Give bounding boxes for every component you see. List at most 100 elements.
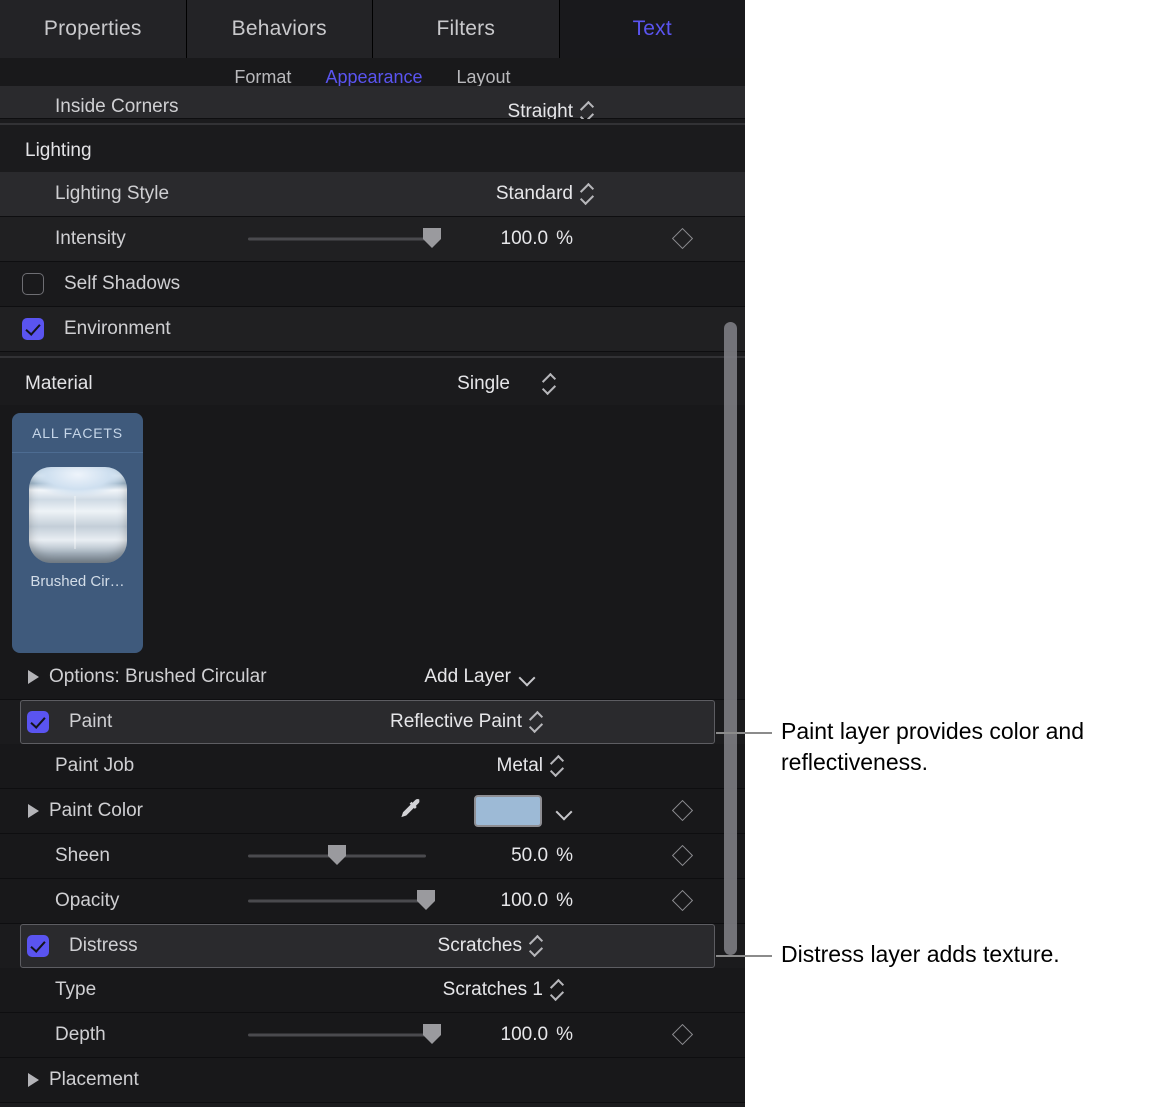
opacity-value-group[interactable]: 100.0 % [501, 890, 573, 912]
row-self-shadows[interactable]: Self Shadows [0, 262, 745, 307]
chevron-updown-icon[interactable] [530, 936, 542, 956]
keyframe-diamond-icon[interactable] [672, 1024, 693, 1045]
paint-popup[interactable]: Reflective Paint [390, 711, 542, 733]
slider-track [248, 900, 426, 903]
chevron-updown-icon[interactable] [581, 184, 593, 204]
keyframe-diamond-icon[interactable] [672, 890, 693, 911]
chevron-updown-icon[interactable] [530, 712, 542, 732]
lighting-style-popup[interactable]: Standard [496, 183, 593, 205]
annotation-distress-layer: Distress layer adds texture. [781, 939, 1141, 970]
row-intensity[interactable]: Intensity 100.0 % [0, 217, 745, 262]
subtab-format[interactable]: Format [234, 67, 291, 88]
slider-track [248, 238, 432, 241]
disclosure-triangle-icon[interactable] [28, 670, 39, 684]
opacity-unit: % [556, 890, 573, 912]
chevron-down-icon[interactable] [519, 672, 535, 682]
slider-thumb[interactable] [423, 1024, 441, 1044]
type-label: Type [55, 979, 96, 1001]
material-tile-grid: ALL FACETS Brushed Cir… [0, 405, 745, 655]
subtab-layout[interactable]: Layout [457, 67, 511, 88]
keyframe-diamond-icon[interactable] [672, 800, 693, 821]
section-divider [0, 352, 745, 363]
material-tile-brushed-circular[interactable]: ALL FACETS Brushed Cir… [12, 413, 143, 653]
sheen-value-group[interactable]: 50.0 % [511, 845, 573, 867]
keyframe-diamond-icon[interactable] [672, 228, 693, 249]
depth-slider[interactable] [248, 1024, 432, 1046]
depth-value: 100.0 [501, 1024, 549, 1046]
paint-checkbox[interactable] [27, 711, 49, 733]
annotation-paint-layer: Paint layer provides color and reflectiv… [781, 716, 1141, 778]
depth-label: Depth [55, 1024, 106, 1046]
lighting-section-label: Lighting [25, 140, 92, 162]
leader-line-paint [716, 732, 772, 734]
inside-corners-label: Inside Corners [55, 96, 179, 118]
type-popup[interactable]: Scratches 1 [443, 979, 563, 1001]
chevron-updown-icon[interactable] [551, 756, 563, 776]
add-layer-button[interactable]: Add Layer [424, 666, 535, 688]
environment-checkbox[interactable] [22, 318, 44, 340]
material-tile-name: Brushed Cir… [12, 573, 143, 590]
distress-checkbox[interactable] [27, 935, 49, 957]
tab-properties[interactable]: Properties [0, 0, 187, 58]
slider-thumb[interactable] [417, 890, 435, 910]
row-type[interactable]: Type Scratches 1 [0, 968, 745, 1013]
row-options[interactable]: Options: Brushed Circular Add Layer [0, 655, 745, 700]
tab-behaviors[interactable]: Behaviors [187, 0, 374, 58]
keyframe-diamond-icon[interactable] [672, 845, 693, 866]
tab-filters[interactable]: Filters [373, 0, 560, 58]
intensity-unit: % [556, 228, 573, 250]
inspector-panel: Properties Behaviors Filters Text Format… [0, 0, 745, 1107]
disclosure-triangle-icon[interactable] [28, 804, 39, 818]
paint-value: Reflective Paint [390, 711, 522, 733]
subtab-appearance[interactable]: Appearance [325, 67, 422, 88]
distress-popup[interactable]: Scratches [438, 935, 542, 957]
row-lighting-style[interactable]: Lighting Style Standard [0, 172, 745, 217]
paint-color-label: Paint Color [49, 800, 143, 822]
material-value: Single [457, 373, 510, 395]
row-opacity[interactable]: Opacity 100.0 % [0, 879, 745, 924]
disclosure-triangle-icon[interactable] [28, 1073, 39, 1087]
intensity-slider[interactable] [248, 228, 432, 250]
row-paint-job[interactable]: Paint Job Metal [0, 744, 745, 789]
row-environment[interactable]: Environment [0, 307, 745, 352]
row-material[interactable]: Material Single [0, 363, 745, 405]
distress-label: Distress [69, 935, 138, 957]
row-inside-corners[interactable]: Inside Corners Straight [0, 86, 745, 119]
lighting-style-value: Standard [496, 183, 573, 205]
lighting-style-label: Lighting Style [55, 183, 169, 205]
row-paint-color[interactable]: Paint Color [0, 789, 745, 834]
chevron-down-icon[interactable] [556, 806, 572, 816]
vertical-scrollbar[interactable] [724, 322, 737, 955]
inspector-tab-bar: Properties Behaviors Filters Text [0, 0, 745, 58]
placement-label: Placement [49, 1069, 139, 1091]
slider-thumb[interactable] [328, 845, 346, 865]
depth-unit: % [556, 1024, 573, 1046]
paint-color-well[interactable] [474, 795, 542, 827]
type-value: Scratches 1 [443, 979, 543, 1001]
screenshot-root: Properties Behaviors Filters Text Format… [0, 0, 1160, 1107]
opacity-slider[interactable] [248, 890, 426, 912]
row-sheen[interactable]: Sheen 50.0 % [0, 834, 745, 879]
opacity-value: 100.0 [501, 890, 549, 912]
material-popup[interactable]: Single [432, 373, 555, 395]
self-shadows-checkbox[interactable] [22, 273, 44, 295]
paint-job-label: Paint Job [55, 755, 134, 777]
chevron-updown-icon[interactable] [543, 374, 555, 394]
row-paint[interactable]: Paint Reflective Paint [20, 700, 715, 744]
depth-value-group[interactable]: 100.0 % [501, 1024, 573, 1046]
row-placement[interactable]: Placement [0, 1058, 745, 1103]
parameter-list: Inside Corners Straight Lighting Lightin… [0, 86, 745, 1095]
row-distress[interactable]: Distress Scratches [20, 924, 715, 968]
section-title-lighting: Lighting [0, 130, 745, 172]
tab-text[interactable]: Text [560, 0, 746, 58]
eyedropper-icon[interactable] [396, 796, 426, 826]
material-label: Material [25, 373, 93, 395]
opacity-label: Opacity [55, 890, 119, 912]
slider-track [248, 1034, 432, 1037]
sheen-slider[interactable] [248, 845, 426, 867]
chevron-updown-icon[interactable] [551, 980, 563, 1000]
paint-job-popup[interactable]: Metal [497, 755, 563, 777]
row-depth[interactable]: Depth 100.0 % [0, 1013, 745, 1058]
slider-thumb[interactable] [423, 228, 441, 248]
intensity-value-group[interactable]: 100.0 % [501, 228, 573, 250]
